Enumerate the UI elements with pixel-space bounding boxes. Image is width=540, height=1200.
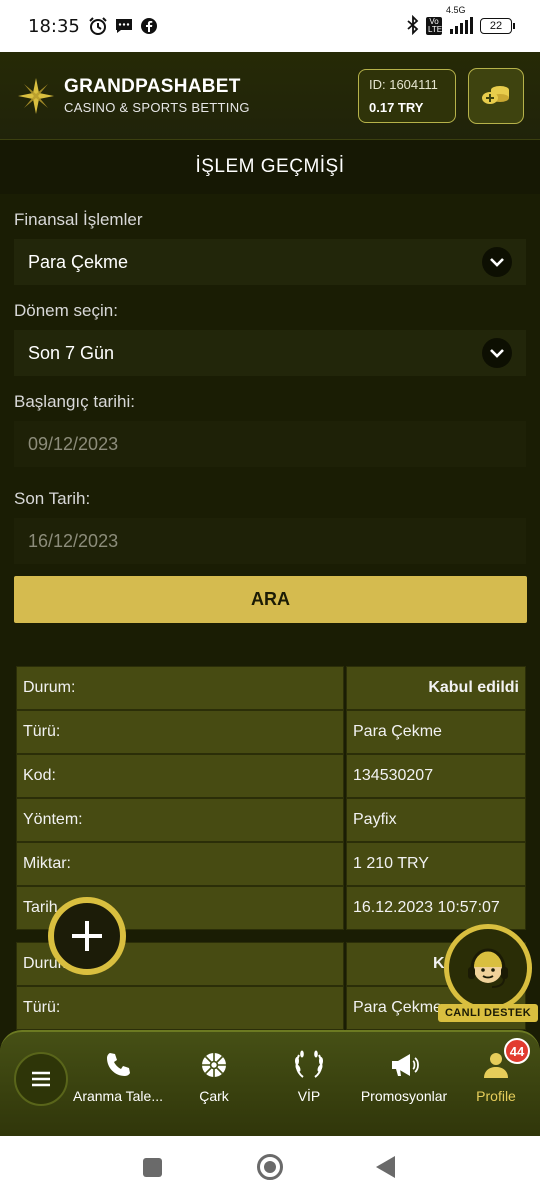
nav-promotions[interactable]: Promosyonlar	[356, 1050, 452, 1104]
plus-icon	[72, 921, 102, 951]
nav-vip[interactable]: VİP	[261, 1050, 357, 1104]
brand-name: GRANDPASHABET	[64, 76, 241, 97]
financial-value: Para Çekme	[28, 251, 129, 272]
account-balance: 0.17 TRY	[369, 99, 424, 115]
row-value: Para Çekme	[346, 710, 526, 754]
add-button[interactable]	[48, 897, 126, 975]
notification-badge: 44	[504, 1038, 530, 1064]
support-avatar	[444, 924, 532, 1012]
live-support-button[interactable]: CANLI DESTEK	[438, 924, 538, 1024]
status-right: Vo LTE 4.5G 22	[406, 5, 515, 38]
live-support-label: CANLI DESTEK	[438, 1004, 538, 1022]
status-bar: 18:35 Vo LTE 4.5G 22	[0, 0, 540, 52]
table-row: Türü: Para Çekme	[16, 710, 526, 754]
nav-label: Promosyonlar	[360, 1088, 448, 1104]
app-header: GRANDPASHABET CASINO & SPORTS BETTING ID…	[0, 52, 540, 140]
transaction-card: Durum: Kabul edildi Türü: Para Çekme Kod…	[16, 666, 526, 930]
nav-wheel[interactable]: Çark	[166, 1050, 262, 1104]
brand-star-icon	[18, 77, 54, 114]
megaphone-icon	[392, 1054, 419, 1076]
start-date-label: Başlangıç tarihi:	[14, 392, 135, 411]
nav-label: Çark	[199, 1088, 229, 1104]
hamburger-icon	[32, 1071, 50, 1087]
row-value: 134530207	[346, 754, 526, 798]
back-button[interactable]	[376, 1156, 395, 1178]
nav-profile[interactable]: 44 Profile	[448, 1038, 540, 1104]
menu-button[interactable]	[14, 1052, 68, 1106]
deposit-button[interactable]	[468, 67, 524, 124]
nav-label: VİP	[297, 1088, 321, 1104]
chevron-down-icon	[482, 247, 512, 277]
home-button[interactable]	[257, 1154, 283, 1180]
financial-select[interactable]: Para Çekme	[14, 239, 526, 285]
battery-level: 22	[489, 20, 503, 32]
headset-icon	[468, 948, 508, 988]
row-key: Kod:	[16, 754, 344, 798]
table-row: Kod: 134530207	[16, 754, 526, 798]
account-id: ID: 1604111	[369, 76, 438, 92]
signal-icon: 4.5G	[446, 5, 474, 35]
table-row: Durum: Kabul edildi	[16, 666, 526, 710]
brand[interactable]: GRANDPASHABET CASINO & SPORTS BETTING	[64, 76, 250, 115]
table-row: Miktar: 1 210 TRY	[16, 842, 526, 886]
table-row: Yöntem: Payfix	[16, 798, 526, 842]
volte-icon: Vo LTE	[426, 17, 443, 35]
message-icon	[114, 17, 134, 35]
recent-apps-button[interactable]	[143, 1158, 162, 1177]
status-time: 18:35	[28, 15, 80, 37]
network-type: 4.5G	[446, 5, 466, 15]
row-key: Türü:	[16, 710, 344, 754]
facebook-icon	[140, 17, 158, 35]
page-title: İŞLEM GEÇMİŞİ	[0, 140, 540, 194]
row-key: Türü:	[16, 986, 344, 1030]
alarm-icon	[88, 16, 108, 36]
end-date-field[interactable]: 16/12/2023	[14, 518, 526, 564]
bluetooth-icon	[406, 14, 420, 38]
laurel-icon	[295, 1050, 323, 1078]
row-key: Miktar:	[16, 842, 344, 886]
bottom-nav: Aranma Tale... Çark VİP Promosyonlar 44 …	[0, 1030, 540, 1136]
start-date-field[interactable]: 09/12/2023	[14, 421, 526, 467]
filter-form: Finansal İşlemler Para Çekme Dönem seçin…	[14, 194, 526, 564]
period-select[interactable]: Son 7 Gün	[14, 330, 526, 376]
row-key: Yöntem:	[16, 798, 344, 842]
nav-label: Profile	[476, 1088, 516, 1104]
status-value: Kabul edildi	[346, 666, 526, 710]
battery-icon: 22	[480, 18, 515, 34]
nav-label: Aranma Tale...	[72, 1088, 163, 1104]
wheel-icon	[202, 1053, 226, 1077]
nav-call-request[interactable]: Aranma Tale...	[70, 1050, 166, 1104]
chevron-down-icon	[482, 338, 512, 368]
search-button[interactable]: ARA	[14, 576, 527, 623]
coins-icon	[482, 85, 509, 104]
brand-subtitle: CASINO & SPORTS BETTING	[64, 100, 250, 115]
account-info[interactable]: ID: 1604111 0.17 TRY	[358, 68, 456, 123]
period-label: Dönem seçin:	[14, 301, 118, 320]
row-key: Durum:	[16, 666, 344, 710]
phone-icon	[107, 1053, 130, 1076]
financial-label: Finansal İşlemler	[14, 210, 143, 229]
end-date-label: Son Tarih:	[14, 489, 91, 508]
system-nav-bar	[0, 1136, 540, 1200]
period-value: Son 7 Gün	[28, 342, 115, 363]
row-value: 1 210 TRY	[346, 842, 526, 886]
row-value: Payfix	[346, 798, 526, 842]
